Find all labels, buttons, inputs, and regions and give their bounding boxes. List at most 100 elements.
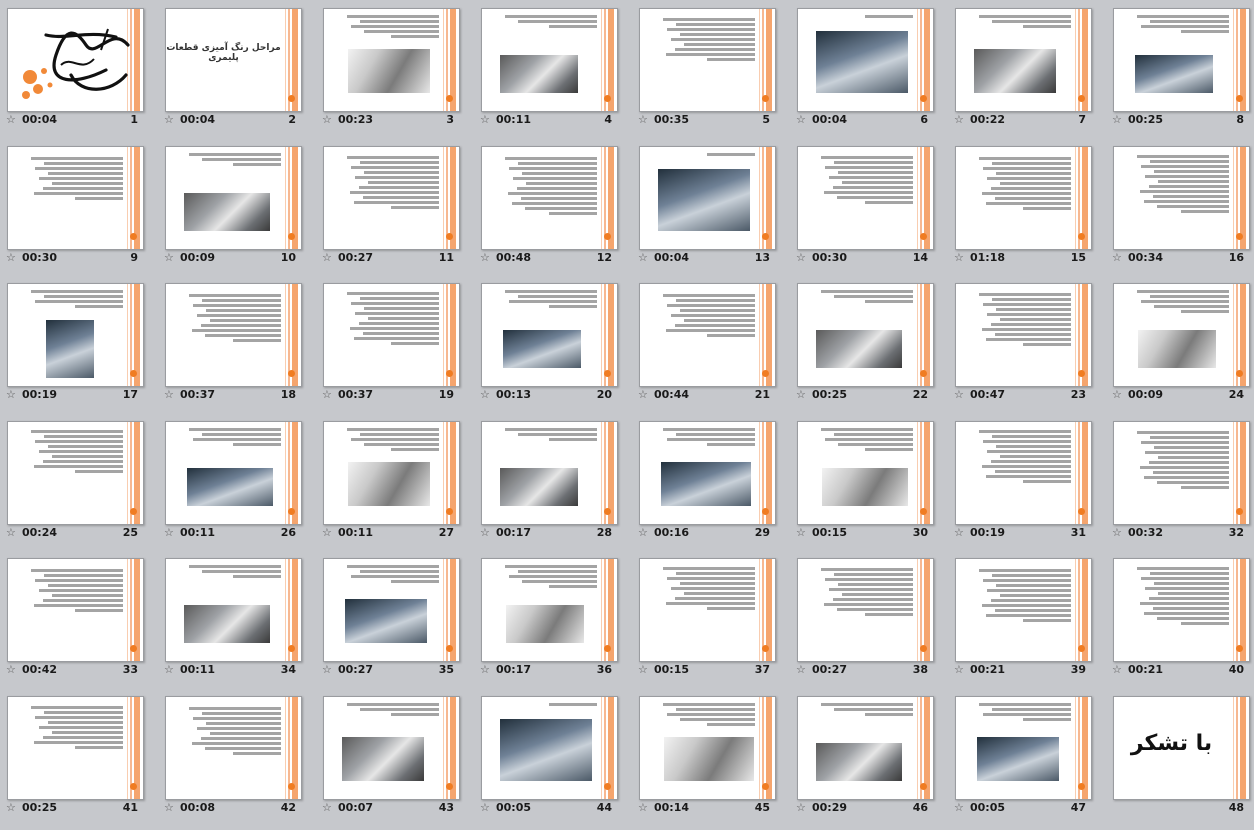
slide-preview[interactable] <box>955 558 1092 662</box>
slide-preview[interactable] <box>481 420 618 525</box>
slide-preview[interactable] <box>955 420 1092 525</box>
slide-thumbnail-24[interactable]: ☆ 00:09 24 <box>1106 275 1254 409</box>
slide-preview[interactable]: مراحل رنگ آمیزی قطعات پلیمری <box>165 8 302 112</box>
decor-stripe <box>917 284 918 386</box>
slide-thumbnail-44[interactable]: ☆ 00:05 44 <box>474 688 624 822</box>
slide-preview[interactable] <box>1113 558 1250 662</box>
slide-thumbnail-30[interactable]: ☆ 00:15 30 <box>790 413 940 547</box>
slide-thumbnail-35[interactable]: ☆ 00:27 35 <box>316 550 466 684</box>
slide-thumbnail-5[interactable]: ☆ 00:35 5 <box>632 0 782 134</box>
text-line <box>202 570 281 573</box>
slide-preview[interactable] <box>323 420 460 525</box>
slide-thumbnail-12[interactable]: ☆ 00:48 12 <box>474 138 624 272</box>
orange-dot-icon <box>1236 95 1243 102</box>
slide-preview[interactable] <box>7 8 144 112</box>
slide-thumbnail-13[interactable]: ☆ 00:04 13 <box>632 138 782 272</box>
slide-preview[interactable] <box>639 420 776 525</box>
slide-thumbnail-22[interactable]: ☆ 00:25 22 <box>790 275 940 409</box>
slide-thumbnail-21[interactable]: ☆ 00:44 21 <box>632 275 782 409</box>
slide-thumbnail-3[interactable]: ☆ 00:23 3 <box>316 0 466 134</box>
slide-thumbnail-33[interactable]: ☆ 00:42 33 <box>0 550 150 684</box>
slide-preview[interactable] <box>7 283 144 387</box>
slide-thumbnail-25[interactable]: ☆ 00:24 25 <box>0 413 150 547</box>
slide-preview[interactable] <box>639 8 776 112</box>
slide-thumbnail-19[interactable]: ☆ 00:37 19 <box>316 275 466 409</box>
slide-thumbnail-2[interactable]: مراحل رنگ آمیزی قطعات پلیمری ☆ 00:04 2 <box>158 0 308 134</box>
slide-preview[interactable] <box>1113 145 1250 250</box>
slide-thumbnail-27[interactable]: ☆ 00:11 27 <box>316 413 466 547</box>
slide-preview[interactable] <box>7 558 144 662</box>
slide-preview[interactable] <box>7 420 144 525</box>
slide-thumbnail-18[interactable]: ☆ 00:37 18 <box>158 275 308 409</box>
slide-thumbnail-15[interactable]: ☆ 01:18 15 <box>948 138 1098 272</box>
slide-thumbnail-32[interactable]: ☆ 00:32 32 <box>1106 413 1254 547</box>
slide-preview[interactable] <box>797 420 934 525</box>
slide-thumbnail-42[interactable]: ☆ 00:08 42 <box>158 688 308 822</box>
slide-thumbnail-28[interactable]: ☆ 00:17 28 <box>474 413 624 547</box>
slide-thumbnail-31[interactable]: ☆ 00:19 31 <box>948 413 1098 547</box>
slide-thumbnail-29[interactable]: ☆ 00:16 29 <box>632 413 782 547</box>
slide-preview[interactable] <box>797 145 934 250</box>
slide-thumbnail-47[interactable]: ☆ 00:05 47 <box>948 688 1098 822</box>
slide-preview[interactable] <box>1113 8 1250 112</box>
slide-preview[interactable] <box>639 558 776 662</box>
slide-thumbnail-14[interactable]: ☆ 00:30 14 <box>790 138 940 272</box>
slide-preview[interactable] <box>165 283 302 387</box>
slide-preview[interactable] <box>165 558 302 662</box>
slide-preview[interactable] <box>481 283 618 387</box>
slide-preview[interactable] <box>639 145 776 250</box>
slide-thumbnail-34[interactable]: ☆ 00:11 34 <box>158 550 308 684</box>
slide-thumbnail-17[interactable]: ☆ 00:19 17 <box>0 275 150 409</box>
slide-thumbnail-26[interactable]: ☆ 00:11 26 <box>158 413 308 547</box>
slide-preview[interactable] <box>481 558 618 662</box>
slide-thumbnail-23[interactable]: ☆ 00:47 23 <box>948 275 1098 409</box>
slide-preview[interactable] <box>481 695 618 800</box>
slide-preview[interactable] <box>955 8 1092 112</box>
slide-preview[interactable] <box>797 8 934 112</box>
slide-thumbnail-1[interactable]: ☆ 00:04 1 <box>0 0 150 134</box>
slide-thumbnail-37[interactable]: ☆ 00:15 37 <box>632 550 782 684</box>
slide-thumbnail-39[interactable]: ☆ 00:21 39 <box>948 550 1098 684</box>
slide-preview[interactable] <box>165 420 302 525</box>
slide-thumbnail-6[interactable]: ☆ 00:04 6 <box>790 0 940 134</box>
slide-thumbnail-36[interactable]: ☆ 00:17 36 <box>474 550 624 684</box>
slide-thumbnail-40[interactable]: ☆ 00:21 40 <box>1106 550 1254 684</box>
slide-preview[interactable] <box>7 145 144 250</box>
slide-thumbnail-10[interactable]: ☆ 00:09 10 <box>158 138 308 272</box>
slide-preview[interactable] <box>639 283 776 387</box>
slide-thumbnail-9[interactable]: ☆ 00:30 9 <box>0 138 150 272</box>
slide-preview[interactable] <box>323 145 460 250</box>
slide-preview[interactable] <box>639 695 776 800</box>
slide-preview[interactable] <box>323 558 460 662</box>
slide-thumbnail-43[interactable]: ☆ 00:07 43 <box>316 688 466 822</box>
slide-thumbnail-11[interactable]: ☆ 00:27 11 <box>316 138 466 272</box>
slide-preview[interactable] <box>165 145 302 250</box>
slide-preview[interactable]: با تشکر <box>1113 695 1250 800</box>
slide-thumbnail-41[interactable]: ☆ 00:25 41 <box>0 688 150 822</box>
slide-preview[interactable] <box>1113 420 1250 525</box>
slide-thumbnail-7[interactable]: ☆ 00:22 7 <box>948 0 1098 134</box>
slide-preview[interactable] <box>955 695 1092 800</box>
slide-thumbnail-46[interactable]: ☆ 00:29 46 <box>790 688 940 822</box>
slide-thumbnail-48[interactable]: با تشکر 48 <box>1106 688 1254 822</box>
slide-thumbnail-4[interactable]: ☆ 00:11 4 <box>474 0 624 134</box>
slide-preview[interactable] <box>323 8 460 112</box>
text-line <box>391 205 439 209</box>
slide-preview[interactable] <box>7 695 144 800</box>
slide-preview[interactable] <box>165 695 302 800</box>
slide-preview[interactable] <box>955 145 1092 250</box>
slide-preview[interactable] <box>1113 283 1250 387</box>
slide-thumbnail-16[interactable]: ☆ 00:34 16 <box>1106 138 1254 272</box>
slide-preview[interactable] <box>797 283 934 387</box>
slide-thumbnail-8[interactable]: ☆ 00:25 8 <box>1106 0 1254 134</box>
slide-preview[interactable] <box>955 283 1092 387</box>
slide-preview[interactable] <box>323 283 460 387</box>
slide-thumbnail-38[interactable]: ☆ 00:27 38 <box>790 550 940 684</box>
slide-preview[interactable] <box>323 695 460 800</box>
slide-thumbnail-45[interactable]: ☆ 00:14 45 <box>632 688 782 822</box>
slide-thumbnail-20[interactable]: ☆ 00:13 20 <box>474 275 624 409</box>
slide-preview[interactable] <box>481 8 618 112</box>
slide-preview[interactable] <box>797 558 934 662</box>
slide-preview[interactable] <box>797 695 934 800</box>
slide-preview[interactable] <box>481 145 618 250</box>
